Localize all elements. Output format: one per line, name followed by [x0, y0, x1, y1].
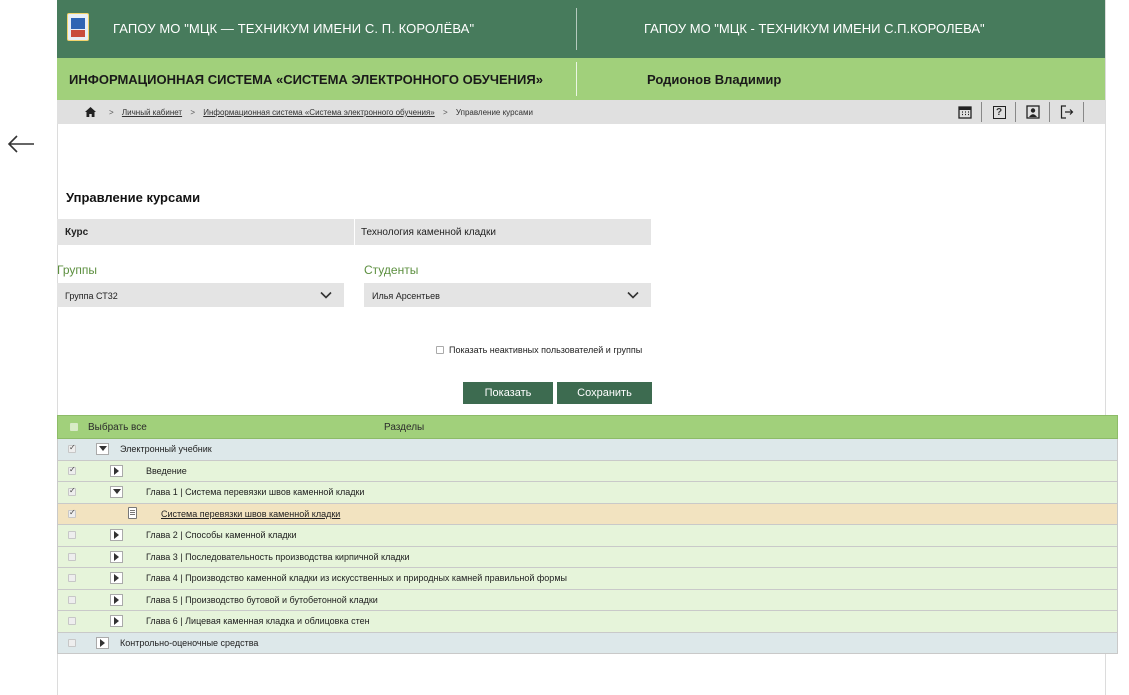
section-label: Глава 2 | Способы каменной кладки: [146, 530, 297, 540]
tree-row[interactable]: Глава 5 | Производство бутовой и бутобет…: [57, 589, 1118, 611]
row-checkbox[interactable]: [68, 638, 76, 647]
org-name-right: ГАПОУ МО "МЦК - ТЕХНИКУМ ИМЕНИ С.П.КОРОЛ…: [644, 21, 985, 36]
course-label: Курс: [57, 219, 354, 245]
toolbar-divider: [1015, 102, 1016, 122]
groups-selected-value: Группа СТ32: [65, 291, 118, 301]
section-label: Глава 3 | Последовательность производств…: [146, 551, 410, 562]
breadcrumb-separator: >: [442, 108, 448, 117]
toolbar-divider: [1049, 102, 1050, 122]
header-divider: [576, 8, 577, 50]
profile-icon[interactable]: [1023, 103, 1043, 121]
show-inactive-option[interactable]: Показать неактивных пользователей и груп…: [436, 345, 642, 355]
tree-row[interactable]: Контрольно-оценочные средства: [57, 632, 1118, 654]
expand-toggle-icon[interactable]: [110, 615, 123, 627]
breadcrumb-separator: >: [109, 108, 114, 117]
section-label: Глава 5 | Производство бутовой и бутобет…: [146, 594, 378, 605]
tree-header: Выбрать все Разделы: [57, 415, 1118, 439]
page-title: Управление курсами: [66, 190, 201, 205]
back-arrow-icon[interactable]: [6, 133, 36, 155]
show-inactive-checkbox[interactable]: [436, 346, 444, 354]
logout-icon[interactable]: [1057, 103, 1077, 121]
save-button[interactable]: Сохранить: [557, 382, 652, 404]
students-select[interactable]: Илья Арсентьев: [364, 283, 651, 307]
sections-tree: Выбрать все Разделы Электронный учебник В…: [57, 415, 1118, 654]
row-checkbox[interactable]: [68, 595, 76, 604]
lesson-link[interactable]: Система перевязки швов каменной кладки: [161, 509, 340, 519]
row-checkbox[interactable]: [68, 617, 76, 625]
tree-row[interactable]: Глава 3 | Последовательность производств…: [57, 546, 1118, 568]
sections-header: Разделы: [384, 422, 425, 433]
calendar-icon[interactable]: [955, 103, 975, 121]
header-divider: [576, 62, 577, 96]
row-checkbox[interactable]: [68, 552, 76, 561]
section-label: Введение: [146, 465, 187, 476]
section-label: Глава 4 | Производство каменной кладки и…: [146, 573, 567, 583]
help-glyph: ?: [992, 105, 1006, 119]
section-label: Глава 6 | Лицевая каменная кладка и обли…: [146, 616, 370, 626]
tree-rows: Электронный учебник Введение Глава 1 | Сис…: [57, 439, 1118, 654]
expand-toggle-icon[interactable]: [110, 593, 123, 606]
chevron-down-icon: [320, 291, 332, 299]
section-label: Глава 1 | Система перевязки швов каменно…: [146, 487, 365, 497]
row-checkbox[interactable]: [68, 574, 76, 582]
row-checkbox[interactable]: [68, 486, 76, 496]
breadcrumb: > Личный кабинет > Информационная систем…: [57, 100, 1105, 124]
breadcrumb-link-system[interactable]: Информационная система «Система электрон…: [203, 108, 435, 117]
toolbar-divider: [981, 102, 982, 122]
row-checkbox[interactable]: [68, 465, 76, 475]
tree-row[interactable]: Электронный учебник: [57, 439, 1118, 461]
groups-select[interactable]: Группа СТ32: [57, 283, 344, 307]
expand-toggle-icon[interactable]: [110, 529, 123, 541]
expand-toggle-icon[interactable]: [96, 636, 109, 649]
document-icon: [128, 506, 137, 519]
breadcrumb-current: Управление курсами: [455, 108, 533, 117]
college-logo[interactable]: [67, 13, 89, 41]
students-selected-value: Илья Арсентьев: [372, 291, 440, 301]
toolbar-divider: [1083, 102, 1084, 122]
collapse-toggle-icon[interactable]: [96, 443, 109, 455]
groups-label: Группы: [57, 263, 97, 277]
show-button[interactable]: Показать: [463, 382, 553, 404]
expand-toggle-icon[interactable]: [110, 550, 123, 563]
section-label: Электронный учебник: [120, 444, 212, 454]
home-icon[interactable]: [85, 107, 96, 117]
select-all-checkbox[interactable]: [70, 423, 78, 431]
breadcrumb-link-cabinet[interactable]: Личный кабинет: [122, 108, 182, 117]
course-value: Технология каменной кладки: [355, 219, 651, 245]
tree-row[interactable]: Глава 1 | Система перевязки швов каменно…: [57, 482, 1118, 504]
tree-row[interactable]: Глава 2 | Способы каменной кладки: [57, 525, 1118, 547]
students-label: Студенты: [364, 263, 419, 277]
show-inactive-label: Показать неактивных пользователей и груп…: [449, 345, 643, 355]
system-header: ИНФОРМАЦИОННАЯ СИСТЕМА «СИСТЕМА ЭЛЕКТРОН…: [57, 58, 1105, 100]
select-all-label: Выбрать все: [88, 422, 147, 433]
tree-row[interactable]: Введение: [57, 460, 1118, 482]
row-checkbox[interactable]: [68, 508, 76, 518]
collapse-toggle-icon[interactable]: [110, 486, 123, 498]
breadcrumb-separator: >: [190, 108, 195, 117]
user-name[interactable]: Родионов Владимир: [647, 72, 781, 87]
expand-toggle-icon[interactable]: [110, 572, 123, 584]
course-row: Курс Технология каменной кладки: [57, 219, 651, 245]
row-checkbox[interactable]: [68, 443, 76, 453]
top-header: ГАПОУ МО "МЦК — ТЕХНИКУМ ИМЕНИ С. П. КОР…: [57, 0, 1105, 58]
row-checkbox[interactable]: [68, 531, 76, 539]
org-name-left: ГАПОУ МО "МЦК — ТЕХНИКУМ ИМЕНИ С. П. КОР…: [113, 21, 475, 36]
breadcrumb-items: > Личный кабинет > Информационная систем…: [103, 108, 533, 117]
tree-row[interactable]: Система перевязки швов каменной кладки: [57, 503, 1118, 525]
section-label: Контрольно-оценочные средства: [120, 637, 259, 648]
expand-toggle-icon[interactable]: [110, 464, 123, 477]
tree-row[interactable]: Глава 6 | Лицевая каменная кладка и обли…: [57, 611, 1118, 633]
system-title[interactable]: ИНФОРМАЦИОННАЯ СИСТЕМА «СИСТЕМА ЭЛЕКТРОН…: [69, 72, 543, 87]
help-icon[interactable]: ?: [989, 103, 1009, 121]
chevron-down-icon: [627, 291, 639, 299]
tree-row[interactable]: Глава 4 | Производство каменной кладки и…: [57, 568, 1118, 590]
